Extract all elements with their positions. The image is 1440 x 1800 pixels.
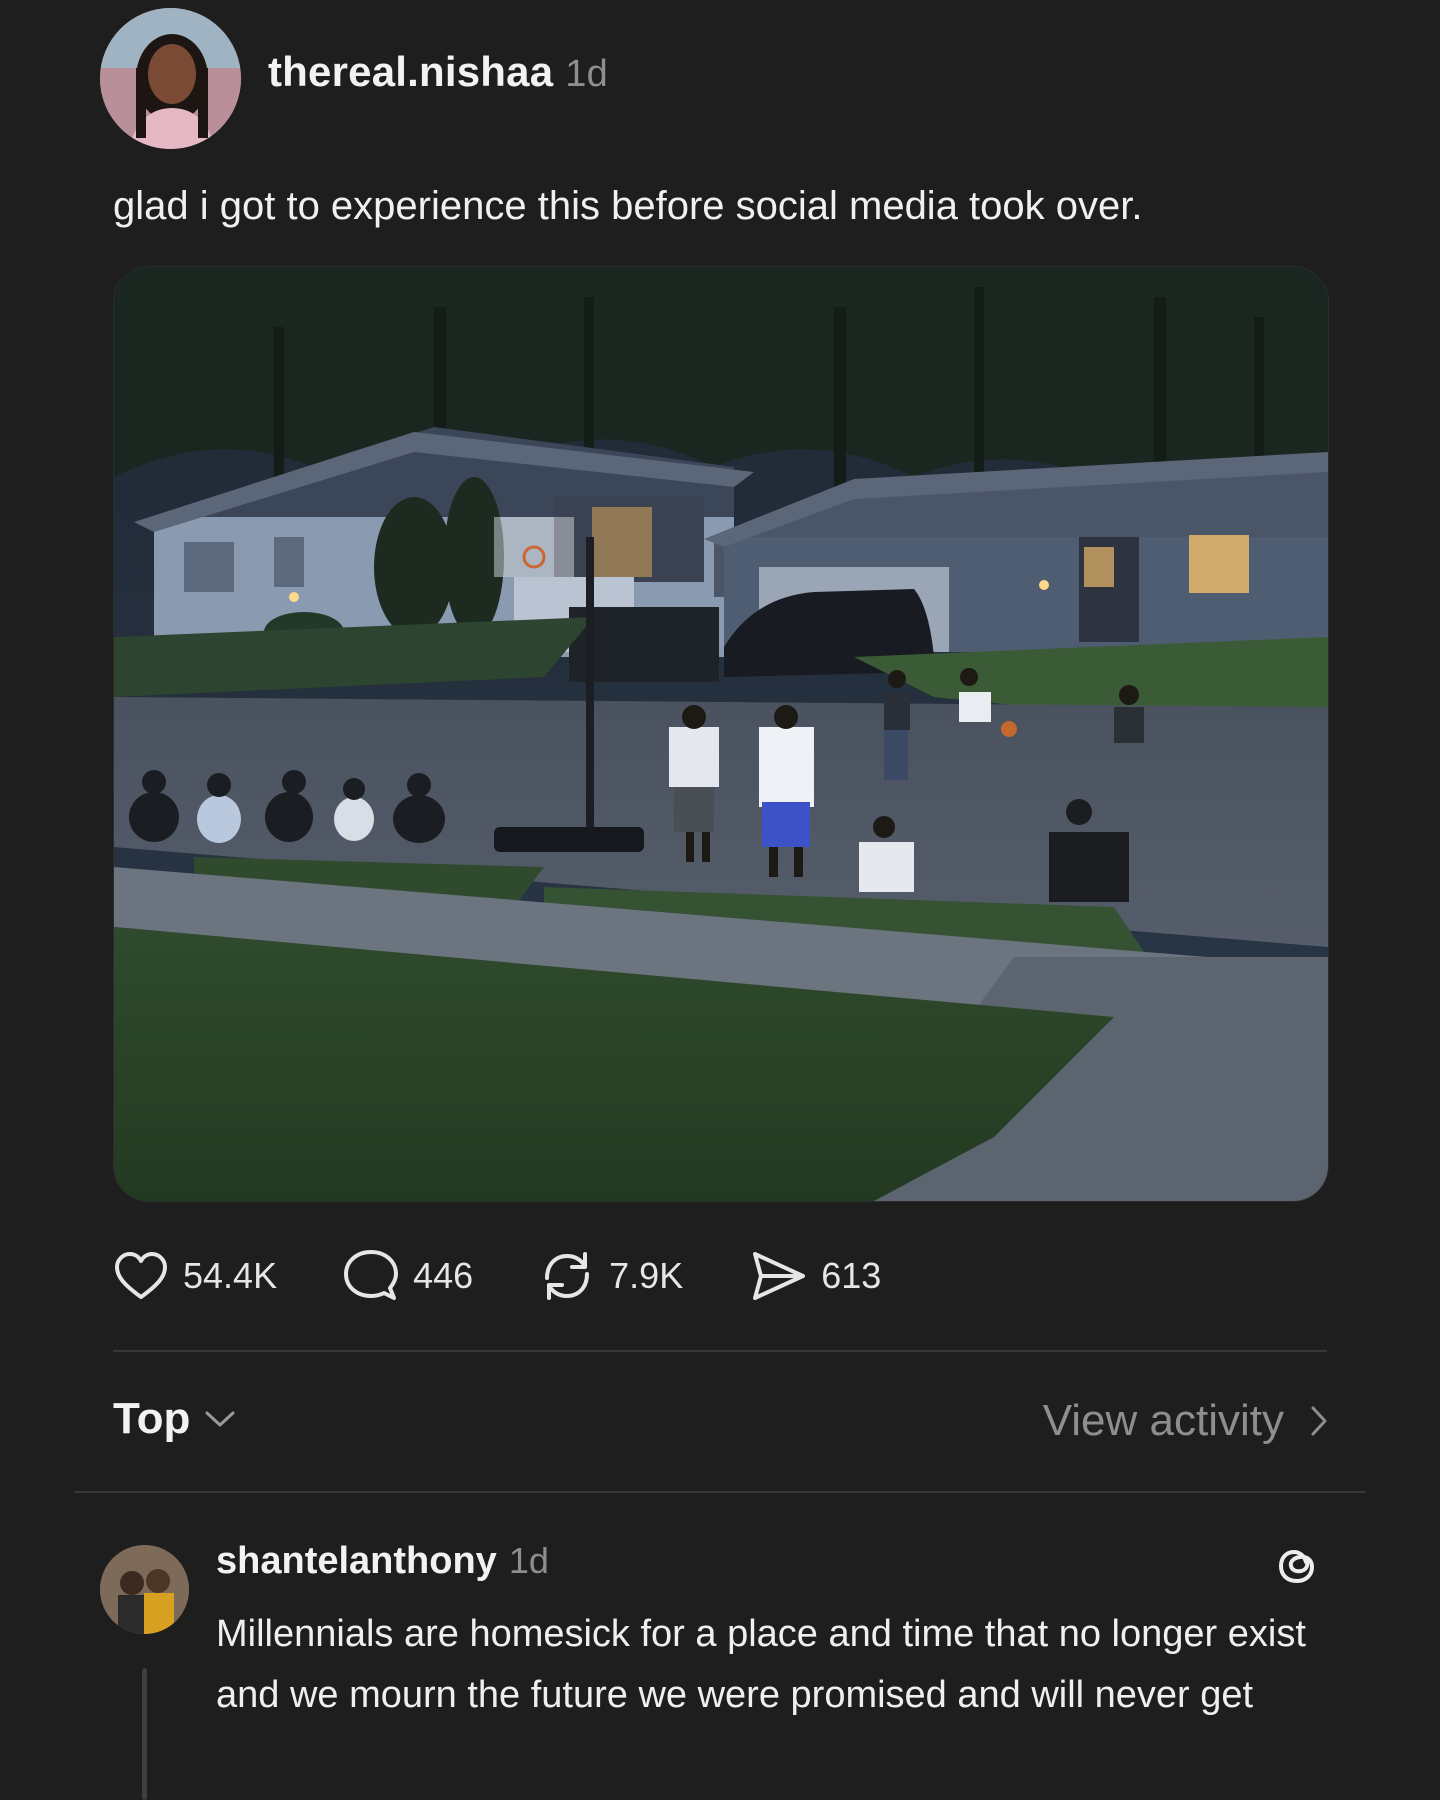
comment-icon bbox=[344, 1250, 399, 1300]
reply-button[interactable]: 446 bbox=[343, 1248, 473, 1304]
post-image[interactable] bbox=[113, 266, 1329, 1202]
reply-count: 446 bbox=[413, 1255, 474, 1296]
repost-icon bbox=[545, 1252, 590, 1300]
repost-button[interactable]: 7.9K bbox=[539, 1248, 683, 1304]
view-activity-link[interactable]: View activity bbox=[1043, 1396, 1328, 1446]
view-activity-label: View activity bbox=[1042, 1396, 1284, 1445]
share-count: 613 bbox=[821, 1255, 882, 1296]
sort-label: Top bbox=[113, 1394, 191, 1443]
chevron-down-icon bbox=[205, 1411, 235, 1427]
threads-icon[interactable] bbox=[1272, 1540, 1322, 1590]
share-icon bbox=[753, 1252, 806, 1300]
author-username[interactable]: thereal.nishaa 1d bbox=[268, 48, 608, 96]
post-timestamp: 1d bbox=[565, 53, 608, 95]
like-button[interactable]: 54.4K bbox=[113, 1250, 277, 1302]
reply-username-text[interactable]: shantelanthony bbox=[216, 1540, 497, 1582]
author-username-text[interactable]: thereal.nishaa bbox=[268, 48, 553, 95]
thread-line bbox=[142, 1668, 147, 1800]
reply-username[interactable]: shantelanthony 1d bbox=[216, 1540, 549, 1583]
reply-avatar[interactable] bbox=[100, 1545, 189, 1634]
heart-icon bbox=[115, 1252, 167, 1299]
post-text: glad i got to experience this before soc… bbox=[113, 184, 1143, 228]
reply-text: Millennials are homesick for a place and… bbox=[216, 1613, 1306, 1716]
repost-count: 7.9K bbox=[609, 1255, 684, 1296]
share-button[interactable]: 613 bbox=[749, 1248, 881, 1304]
author-avatar[interactable] bbox=[100, 8, 241, 149]
chevron-right-icon bbox=[1311, 1406, 1327, 1436]
sort-dropdown[interactable]: Top bbox=[113, 1394, 236, 1444]
divider bbox=[113, 1350, 1327, 1352]
like-count: 54.4K bbox=[183, 1255, 278, 1296]
divider bbox=[74, 1491, 1366, 1493]
post-actions: 54.4K 446 7.9K 613 bbox=[113, 1246, 947, 1306]
reply-timestamp: 1d bbox=[508, 1540, 549, 1581]
